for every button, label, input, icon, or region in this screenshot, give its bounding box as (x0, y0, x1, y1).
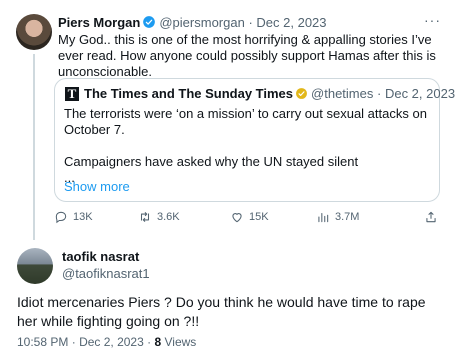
separator: · (147, 335, 152, 349)
repost-icon (140, 211, 150, 223)
reply-date[interactable]: Dec 2, 2023 (79, 335, 144, 349)
quoted-author-name: The Times and The Sunday Times (84, 86, 294, 101)
views-button[interactable]: 3.7M (316, 210, 359, 224)
views-icon (318, 212, 329, 223)
tweet-actions: 13K 3.6K 15K 3.7M (54, 210, 444, 232)
share-icon (426, 211, 436, 223)
reply-author-name[interactable]: taofik nasrat (62, 248, 150, 265)
quoted-tweet-header: The Times and The Sunday Times @thetimes … (84, 85, 455, 103)
reply-header: taofik nasrat @taofiknasrat1 (62, 248, 150, 282)
quoted-tweet-date: Dec 2, 2023 (384, 86, 456, 101)
separator: · (71, 335, 76, 349)
share-button[interactable] (424, 210, 438, 224)
tweet-header: Piers Morgan @piersmorgan · Dec 2, 2023 (58, 14, 327, 32)
quoted-author-handle: @thetimes (311, 86, 374, 101)
times-logo: T (65, 87, 79, 101)
reply-icon (55, 211, 67, 224)
thread-line (33, 54, 35, 240)
reply-text: Idiot mercenaries Piers ? Do you think h… (17, 294, 426, 329)
reply-views-label: Views (164, 335, 197, 349)
reply-views-count: 8 (154, 335, 162, 349)
separator: · (248, 15, 253, 30)
reply-count: 13K (73, 211, 93, 223)
reply-author-handle[interactable]: @taofiknasrat1 (62, 265, 150, 282)
verified-badge-icon (296, 88, 307, 99)
views-count: 3.7M (335, 211, 360, 223)
reply-metadata: 10:58 PM · Dec 2, 2023 · 8 Views (17, 335, 196, 349)
avatar[interactable] (17, 248, 53, 284)
reply-button[interactable]: 13K (54, 210, 93, 224)
author-handle[interactable]: @piersmorgan (159, 15, 244, 30)
author-name[interactable]: Piers Morgan (58, 15, 140, 30)
repost-button[interactable]: 3.6K (138, 210, 180, 224)
quoted-line-1: The terrorists were ‘on a mission’ to ca… (64, 106, 427, 137)
like-count: 15K (249, 211, 269, 223)
like-button[interactable]: 15K (230, 210, 269, 224)
more-icon[interactable]: ··· (424, 12, 441, 28)
quoted-tweet-text: The terrorists were ‘on a mission’ to ca… (64, 106, 429, 186)
reply-time[interactable]: 10:58 PM (17, 335, 68, 349)
separator: · (376, 86, 382, 101)
verified-badge-icon (143, 16, 156, 28)
show-more-link[interactable]: Show more (64, 179, 130, 194)
quoted-tweet[interactable]: T The Times and The Sunday Times @thetime… (54, 78, 455, 202)
avatar[interactable] (16, 14, 52, 50)
tweet-date[interactable]: Dec 2, 2023 (256, 15, 326, 30)
repost-count: 3.6K (157, 211, 180, 223)
quoted-line-2: Campaigners have asked why the UN stayed… (64, 154, 359, 169)
like-icon (232, 213, 242, 223)
tweet-text: My God.. this is one of the most horrify… (58, 32, 436, 79)
